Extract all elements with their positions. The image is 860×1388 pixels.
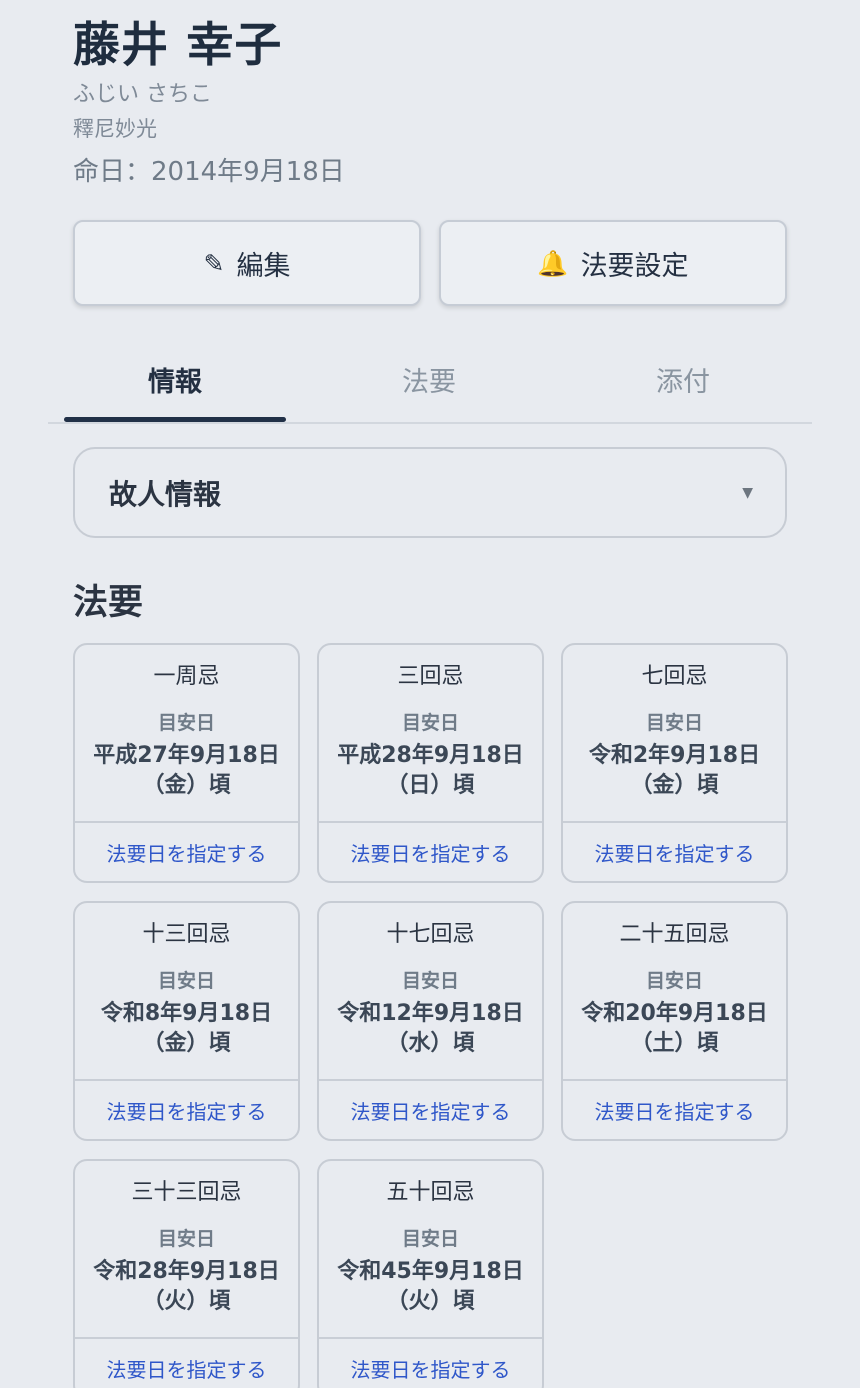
set-memorial-date-button[interactable]: 法要日を指定する [75,821,298,881]
memorial-card-date: 平成28年9月18日（日）頃 [337,743,524,798]
memorial-card: 七回忌 目安日 令和2年9月18日（金）頃 法要日を指定する [561,643,788,883]
memorial-card-date: 平成27年9月18日（金）頃 [93,743,280,798]
memorial-card: 三回忌 目安日 平成28年9月18日（日）頃 法要日を指定する [317,643,544,883]
deceased-kana: ふじい さちこ [73,82,212,107]
memorial-card-title: 一周忌 [153,664,220,689]
edit-button[interactable]: ✎ 編集 [73,220,421,306]
tab-attachments[interactable]: 添付 [556,338,810,420]
edit-button-label: 編集 [236,250,291,282]
memorial-card: 十三回忌 目安日 令和8年9月18日（金）頃 法要日を指定する [73,901,300,1141]
memorial-card-label: 目安日 [645,712,703,734]
memorial-card-date: 令和28年9月18日（火）頃 [93,1259,280,1314]
bell-icon: 🔔 [537,248,569,278]
memorial-card: 十七回忌 目安日 令和12年9月18日（水）頃 法要日を指定する [317,901,544,1141]
deceased-info-title: 故人情報 [109,477,222,511]
detail-tabs: 情報 法要 添付 [48,338,812,424]
set-memorial-date-button[interactable]: 法要日を指定する [319,1337,542,1388]
set-memorial-date-button[interactable]: 法要日を指定する [319,821,542,881]
memorial-detail-page: 藤井 幸子 ふじい さちこ 釋尼妙光 命日：2014年9月18日 ✎ 編集 🔔 … [0,0,860,1388]
memorial-card-title: 七回忌 [641,664,708,689]
profile-actions: ✎ 編集 🔔 法要設定 [73,220,787,306]
memorial-card-label: 目安日 [645,970,703,992]
memorial-card-title: 十三回忌 [142,922,231,947]
deceased-info-accordion[interactable]: 故人情報 ▼ [73,447,787,538]
death-date: 命日：2014年9月18日 [73,157,345,187]
set-memorial-date-button[interactable]: 法要日を指定する [75,1337,298,1388]
memorial-card-title: 二十五回忌 [619,922,730,947]
memorial-card-label: 目安日 [401,1228,459,1250]
memorial-settings-button[interactable]: 🔔 法要設定 [439,220,787,306]
memorial-card: 二十五回忌 目安日 令和20年9月18日（土）頃 法要日を指定する [561,901,788,1141]
memorial-card-title: 十七回忌 [386,922,475,947]
memorial-card-label: 目安日 [401,712,459,734]
chevron-down-icon: ▼ [742,484,753,501]
pencil-icon: ✎ [203,248,225,278]
buddhist-name: 釋尼妙光 [73,117,157,141]
memorial-card-date: 令和12年9月18日（水）頃 [337,1001,524,1056]
memorial-card: 三十三回忌 目安日 令和28年9月18日（火）頃 法要日を指定する [73,1159,300,1388]
memorial-card-date: 令和45年9月18日（火）頃 [337,1259,524,1314]
memorial-card: 一周忌 目安日 平成27年9月18日（金）頃 法要日を指定する [73,643,300,883]
memorial-card-label: 目安日 [157,712,215,734]
memorial-card-title: 五十回忌 [386,1180,475,1205]
set-memorial-date-button[interactable]: 法要日を指定する [563,1079,786,1139]
memorial-card-date: 令和2年9月18日（金）頃 [588,743,761,798]
memorials-section-title: 法要 [73,583,144,623]
memorial-card-date: 令和8年9月18日（金）頃 [100,1001,273,1056]
memorial-card-title: 三十三回忌 [131,1180,242,1205]
memorial-card-label: 目安日 [401,970,459,992]
memorial-card-title: 三回忌 [397,664,464,689]
memorial-card-label: 目安日 [157,970,215,992]
set-memorial-date-button[interactable]: 法要日を指定する [319,1079,542,1139]
profile-header: 藤井 幸子 ふじい さちこ 釋尼妙光 命日：2014年9月18日 [73,16,787,192]
memorial-card: 五十回忌 目安日 令和45年9月18日（火）頃 法要日を指定する [317,1159,544,1388]
memorial-card-label: 目安日 [157,1228,215,1250]
deceased-name: 藤井 幸子 [73,18,283,73]
memorial-card-date: 令和20年9月18日（土）頃 [581,1001,768,1056]
set-memorial-date-button[interactable]: 法要日を指定する [563,821,786,881]
tab-information[interactable]: 情報 [48,338,302,422]
memorial-cards-grid: 一周忌 目安日 平成27年9月18日（金）頃 法要日を指定する 三回忌 目安日 … [73,643,788,1388]
set-memorial-date-button[interactable]: 法要日を指定する [75,1079,298,1139]
tab-memorials[interactable]: 法要 [302,338,556,420]
memorial-settings-button-label: 法要設定 [580,250,689,282]
